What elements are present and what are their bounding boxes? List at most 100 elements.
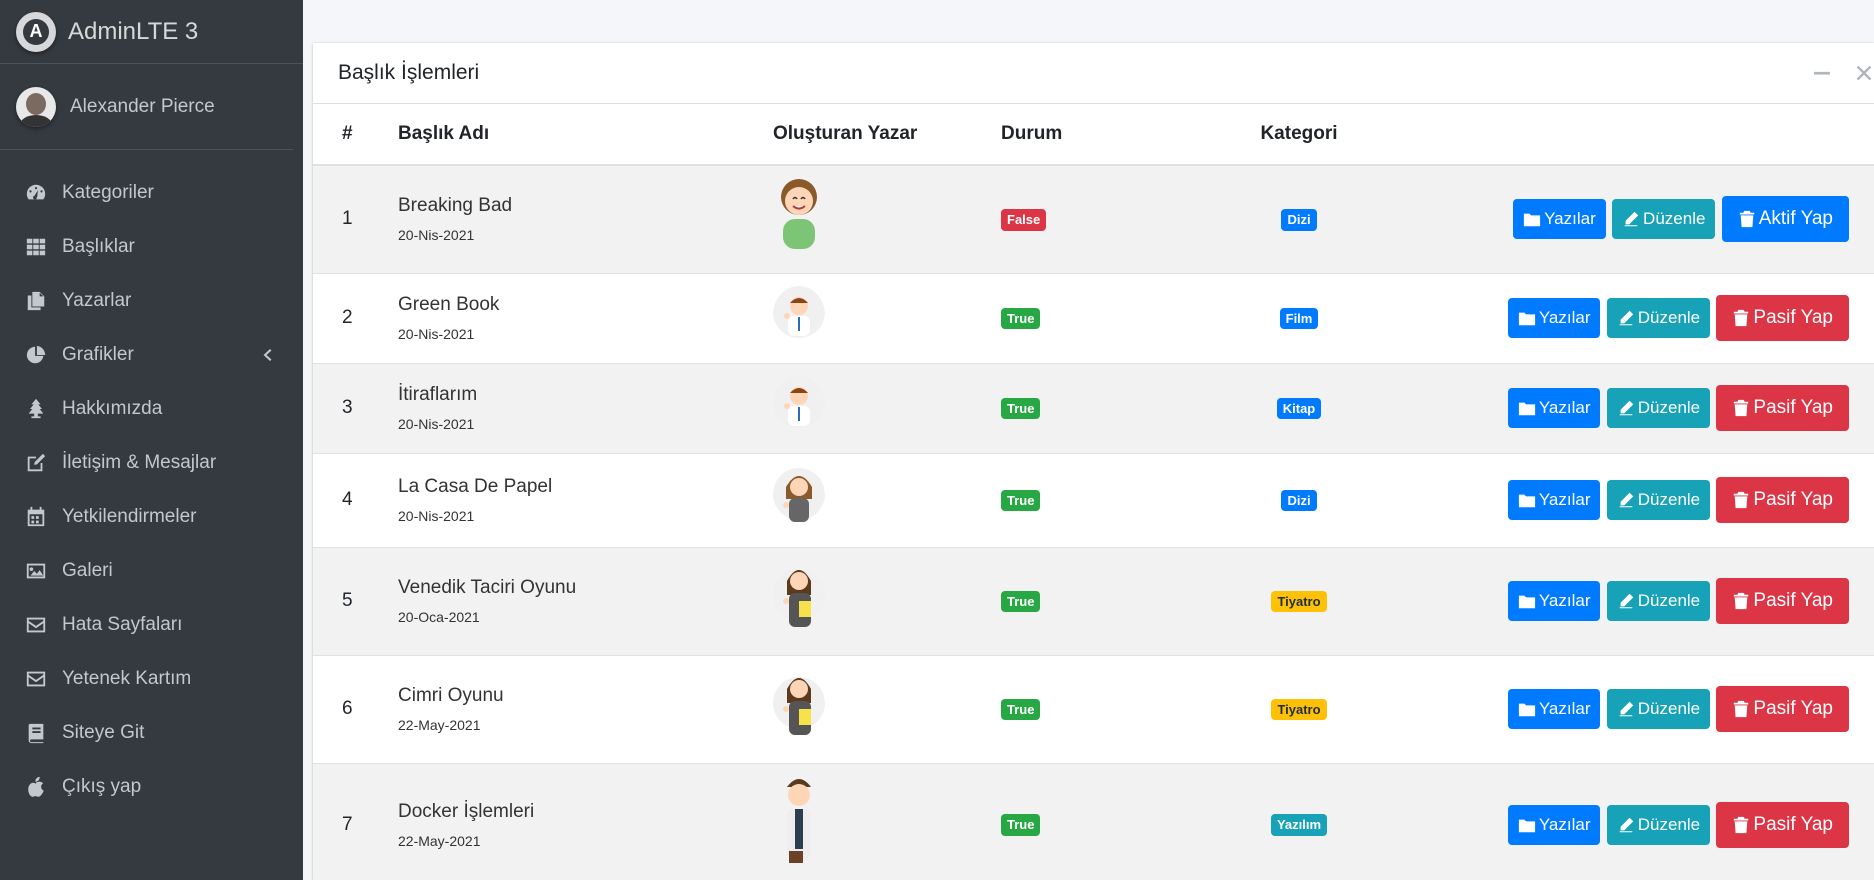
sidebar-item-label: Hakkımızda — [62, 398, 163, 419]
toggle-status-button[interactable]: Pasif Yap — [1716, 477, 1849, 523]
toggle-status-button[interactable]: Pasif Yap — [1716, 295, 1849, 341]
table-row: 4 La Casa De Papel 20-Nis-2021 True Dizi Yazı… — [313, 453, 1874, 547]
table-row: 6 Cimri Oyunu 22-May-2021 True Tiyatro Yazıla… — [313, 655, 1874, 763]
heading-date: 20-Nis-2021 — [398, 416, 475, 432]
table-row: 3 İtiraflarım 20-Nis-2021 True Kitap Yazılar … — [313, 363, 1874, 453]
category-badge: Tiyatro — [1271, 698, 1327, 721]
edit-button-label: Düzenle — [1637, 699, 1701, 718]
toggle-status-label: Aktif Yap — [1758, 208, 1833, 230]
pencil-icon — [1619, 310, 1633, 326]
pencil-icon — [1619, 492, 1633, 508]
toggle-status-label: Pasif Yap — [1753, 590, 1833, 611]
apple-icon — [24, 775, 48, 799]
category-badge: Dizi — [1281, 208, 1317, 231]
row-number: 6 — [342, 698, 353, 719]
sidebar-item[interactable]: Siteye Git — [0, 706, 303, 760]
folder-icon — [1518, 402, 1535, 416]
heading-date: 22-May-2021 — [398, 717, 481, 733]
edit-button[interactable]: Düzenle — [1606, 689, 1711, 729]
title-cell: İtiraflarım 20-Nis-2021 — [398, 363, 773, 453]
heading-date: 20-Nis-2021 — [398, 326, 475, 342]
toggle-status-button[interactable]: Pasif Yap — [1716, 686, 1849, 732]
category-cell: Dizi — [1240, 453, 1358, 547]
toggle-status-label: Pasif Yap — [1753, 813, 1833, 835]
toggle-status-button[interactable]: Aktif Yap — [1721, 196, 1849, 243]
toggle-status-label: Pasif Yap — [1753, 698, 1833, 719]
sidebar-item[interactable]: Yetenek Kartım — [0, 652, 303, 706]
edit-button[interactable]: Düzenle — [1606, 804, 1711, 845]
title-cell: Docker İşlemleri 22-May-2021 — [398, 763, 773, 880]
sidebar-item[interactable]: Yazarlar — [0, 274, 303, 328]
edit-button-label: Düzenle — [1643, 209, 1706, 229]
user-name[interactable]: Alexander Pierce — [70, 96, 215, 118]
title-cell: Venedik Taciri Oyunu 20-Oca-2021 — [398, 547, 773, 655]
posts-button-label: Yazılar — [1538, 591, 1591, 610]
category-badge: Kitap — [1276, 397, 1322, 420]
pencil-icon — [1619, 817, 1633, 832]
pencil-icon — [1619, 593, 1633, 609]
posts-button[interactable]: Yazılar — [1507, 480, 1601, 520]
sidebar-item[interactable]: Galeri — [0, 544, 303, 598]
edit-button[interactable]: Düzenle — [1606, 581, 1711, 621]
brand-link[interactable]: A AdminLTE 3 — [0, 0, 303, 64]
heading-title: Green Book — [398, 294, 500, 315]
heading-date: 20-Nis-2021 — [398, 227, 475, 244]
posts-button-label: Yazılar — [1538, 699, 1591, 718]
actions-cell: Yazılar Düzenle Pasif Yap — [1358, 273, 1874, 363]
row-number: 7 — [342, 813, 353, 835]
trash-icon — [1734, 816, 1749, 833]
sidebar-item-label: Kategoriler — [62, 182, 154, 203]
author-cell — [773, 273, 1001, 363]
headings-card: Başlık İşlemleri # Başlık Adı Oluşturan … — [313, 43, 1874, 880]
edit-button[interactable]: Düzenle — [1606, 298, 1711, 338]
posts-button[interactable]: Yazılar — [1507, 581, 1601, 621]
toggle-status-button[interactable]: Pasif Yap — [1716, 801, 1849, 848]
header-number: # — [313, 104, 398, 166]
sidebar-nav: Kategoriler Başlıklar Yazarlar Grafikler Hak… — [0, 166, 303, 814]
status-badge: True — [1001, 590, 1041, 613]
sidebar-item[interactable]: Yetkilendirmeler — [0, 490, 303, 544]
sidebar-item[interactable]: Hata Sayfaları — [0, 598, 303, 652]
close-icon[interactable] — [1854, 63, 1874, 83]
posts-button[interactable]: Yazılar — [1507, 804, 1601, 845]
edit-button[interactable]: Düzenle — [1612, 199, 1716, 240]
brand-logo: A — [16, 11, 56, 52]
pencil-icon — [1619, 400, 1633, 416]
toggle-status-button[interactable]: Pasif Yap — [1716, 578, 1849, 624]
sidebar-item[interactable]: Başlıklar — [0, 220, 303, 274]
posts-button[interactable]: Yazılar — [1507, 298, 1601, 338]
toggle-status-label: Pasif Yap — [1753, 307, 1833, 328]
category-cell: Yazılım — [1240, 763, 1358, 880]
sidebar-item[interactable]: Çıkış yap — [0, 760, 303, 814]
row-number: 1 — [342, 208, 353, 230]
posts-button[interactable]: Yazılar — [1507, 689, 1601, 729]
sidebar-item[interactable]: İletişim & Mesajlar — [0, 436, 303, 490]
table-row: 7 Docker İşlemleri 22-May-2021 True Yazılım Y… — [313, 763, 1874, 880]
actions-cell: Yazılar Düzenle Pasif Yap — [1358, 655, 1874, 763]
status-badge: True — [1001, 814, 1041, 837]
chevron-left-icon[interactable] — [259, 347, 275, 363]
edit-button[interactable]: Düzenle — [1606, 480, 1711, 520]
author-cell — [773, 363, 1001, 453]
minimize-icon[interactable] — [1812, 63, 1832, 83]
title-cell: Breaking Bad 20-Nis-2021 — [398, 165, 773, 273]
sidebar-item[interactable]: Hakkımızda — [0, 382, 303, 436]
category-badge: Tiyatro — [1271, 590, 1327, 613]
author-cell — [773, 547, 1001, 655]
posts-button[interactable]: Yazılar — [1507, 388, 1601, 428]
grid-icon — [24, 235, 48, 259]
tachometer-icon — [24, 181, 48, 205]
heading-title: Docker İşlemleri — [398, 800, 535, 822]
category-cell: Tiyatro — [1240, 655, 1358, 763]
edit-button-label: Düzenle — [1637, 308, 1701, 327]
sidebar-item[interactable]: Kategoriler — [0, 166, 303, 220]
status-badge: True — [1001, 698, 1041, 721]
author-avatar — [773, 175, 825, 257]
status-cell: True — [1001, 547, 1240, 655]
posts-button[interactable]: Yazılar — [1513, 199, 1606, 240]
toggle-status-button[interactable]: Pasif Yap — [1716, 385, 1849, 431]
sidebar-item[interactable]: Grafikler — [0, 328, 303, 382]
heading-date: 22-May-2021 — [398, 832, 481, 849]
user-panel[interactable]: Alexander Pierce — [0, 64, 293, 150]
edit-button[interactable]: Düzenle — [1606, 388, 1711, 428]
